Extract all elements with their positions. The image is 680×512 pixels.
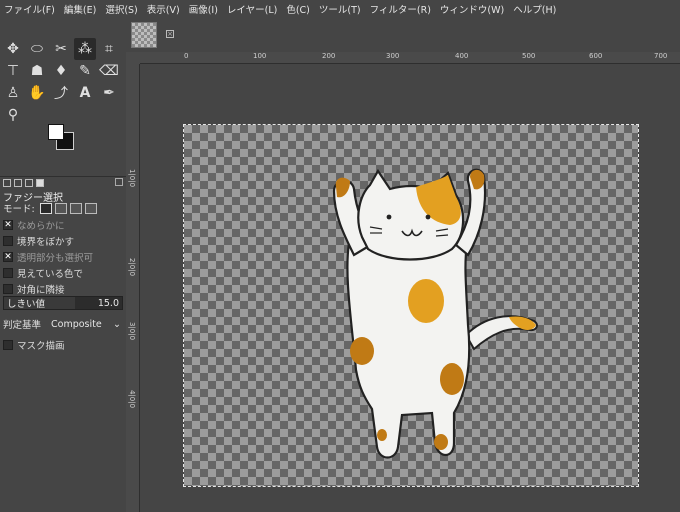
- ruler-corner[interactable]: [126, 52, 140, 64]
- image-canvas[interactable]: [183, 124, 639, 487]
- option-label: なめらかに: [17, 221, 65, 232]
- checkbox-sample-merged[interactable]: [3, 268, 13, 278]
- ruler-label: 4|0|0: [128, 390, 136, 409]
- menu-help[interactable]: ヘルプ(H): [513, 2, 556, 16]
- mode-row: モード:: [3, 201, 97, 215]
- paintbrush-icon[interactable]: ✎: [74, 60, 96, 82]
- option-transparent[interactable]: ✕ 透明部分も選択可: [3, 250, 93, 264]
- criteria-value: Composite: [51, 318, 102, 330]
- option-label: 対角に隣接: [17, 285, 65, 296]
- smudge-tool-icon[interactable]: ✋: [26, 82, 48, 104]
- mode-replace-button[interactable]: [39, 202, 52, 214]
- color-picker-icon[interactable]: ✒: [98, 82, 120, 104]
- zoom-tool-icon[interactable]: ⚲: [2, 104, 24, 126]
- option-draw-mask[interactable]: マスク描画: [3, 338, 65, 352]
- text-tool-icon[interactable]: A: [74, 82, 96, 104]
- checkbox-draw-mask[interactable]: [3, 340, 13, 350]
- ruler-label: 500: [522, 52, 536, 60]
- ruler-label: 0: [184, 52, 189, 60]
- option-diagonal[interactable]: 対角に隣接: [3, 282, 65, 296]
- menu-windows[interactable]: ウィンドウ(W): [440, 2, 504, 16]
- foreground-color[interactable]: [48, 124, 64, 140]
- menu-edit[interactable]: 編集(E): [64, 2, 96, 16]
- crop-tool-icon[interactable]: ⌗: [98, 38, 120, 60]
- mode-subtract-button[interactable]: [69, 202, 82, 214]
- threshold-slider[interactable]: しきい値 15.0: [3, 296, 123, 310]
- ruler-label: 300: [386, 52, 400, 60]
- checkbox-antialias[interactable]: ✕: [3, 220, 13, 230]
- criteria-select[interactable]: Composite ⌄: [49, 316, 124, 332]
- ruler-horizontal[interactable]: 0 100 200 300 400 500 600 700: [140, 52, 680, 64]
- ruler-label: 3|0|0: [128, 322, 136, 341]
- option-feather[interactable]: 境界をぼかす: [3, 234, 74, 248]
- dock-tabs: [0, 176, 126, 188]
- menubar: ファイル(F) 編集(E) 選択(S) 表示(V) 画像(I) レイヤー(L) …: [0, 0, 680, 18]
- image-tabs: ×: [126, 18, 680, 52]
- menu-view[interactable]: 表示(V): [147, 2, 180, 16]
- toolbox: ✥ ⬭ ✂ ⁂ ⌗ ⊤ ☗ ♦ ✎ ⌫ ♙ ✋ ⤴ A ✒ ⚲ ファジー選択 モ…: [0, 18, 126, 512]
- menu-colors[interactable]: 色(C): [286, 2, 310, 16]
- close-icon[interactable]: ×: [166, 30, 174, 38]
- option-sample-merged[interactable]: 見えている色で: [3, 266, 83, 280]
- fuzzy-select-icon[interactable]: ⁂: [74, 38, 96, 60]
- image-thumbnail[interactable]: [131, 22, 157, 48]
- mode-label: モード:: [3, 204, 35, 215]
- ruler-label: 400: [455, 52, 469, 60]
- option-label: 境界をぼかす: [17, 237, 75, 248]
- mode-add-button[interactable]: [54, 202, 67, 214]
- dock-menu-icon[interactable]: [115, 178, 123, 186]
- ruler-label: 600: [589, 52, 603, 60]
- menu-select[interactable]: 選択(S): [105, 2, 137, 16]
- tab-device-status-icon[interactable]: [14, 178, 22, 187]
- ellipse-select-icon[interactable]: ⬭: [26, 38, 48, 60]
- tab-undo-icon[interactable]: [25, 178, 33, 187]
- scissors-select-icon[interactable]: ✂: [50, 38, 72, 60]
- bucket-fill-icon[interactable]: ♦: [50, 60, 72, 82]
- warp-tool-icon[interactable]: ☗: [26, 60, 48, 82]
- clone-tool-icon[interactable]: ♙: [2, 82, 24, 104]
- option-label: 透明部分も選択可: [17, 253, 94, 264]
- menu-file[interactable]: ファイル(F): [4, 2, 55, 16]
- ruler-label: 2|0|0: [128, 258, 136, 277]
- color-swatches[interactable]: [48, 124, 80, 154]
- menu-filters[interactable]: フィルター(R): [370, 2, 431, 16]
- criteria-label: 判定基準: [3, 320, 42, 331]
- checkbox-feather[interactable]: [3, 236, 13, 246]
- tab-images-icon[interactable]: [36, 178, 44, 187]
- chevron-down-icon: ⌄: [113, 318, 121, 330]
- paths-tool-icon[interactable]: ⤴: [50, 82, 72, 104]
- criteria-row: 判定基準 Composite ⌄: [3, 316, 124, 332]
- checkbox-diagonal[interactable]: [3, 284, 13, 294]
- checkbox-transparent[interactable]: ✕: [3, 252, 13, 262]
- ruler-label: 1|0|0: [128, 169, 136, 188]
- threshold-label: しきい値: [7, 299, 46, 310]
- ruler-label: 700: [654, 52, 668, 60]
- option-label: 見えている色で: [17, 269, 84, 280]
- move-tool-icon[interactable]: ✥: [2, 38, 24, 60]
- ruler-vertical[interactable]: 1|0|0 2|0|0 3|0|0 4|0|0: [126, 64, 140, 512]
- option-antialias[interactable]: ✕ なめらかに: [3, 218, 65, 232]
- option-label: マスク描画: [17, 341, 65, 352]
- eraser-icon[interactable]: ⌫: [98, 60, 120, 82]
- mode-intersect-button[interactable]: [84, 202, 97, 214]
- ruler-label: 200: [322, 52, 336, 60]
- transform-tool-icon[interactable]: ⊤: [2, 60, 24, 82]
- menu-tools[interactable]: ツール(T): [319, 2, 361, 16]
- tab-tool-options-icon[interactable]: [3, 178, 11, 187]
- threshold-value: 15.0: [97, 297, 119, 309]
- menu-layer[interactable]: レイヤー(L): [227, 2, 277, 16]
- cat-illustration: [332, 168, 538, 459]
- ruler-label: 100: [253, 52, 267, 60]
- menu-image[interactable]: 画像(I): [189, 2, 218, 16]
